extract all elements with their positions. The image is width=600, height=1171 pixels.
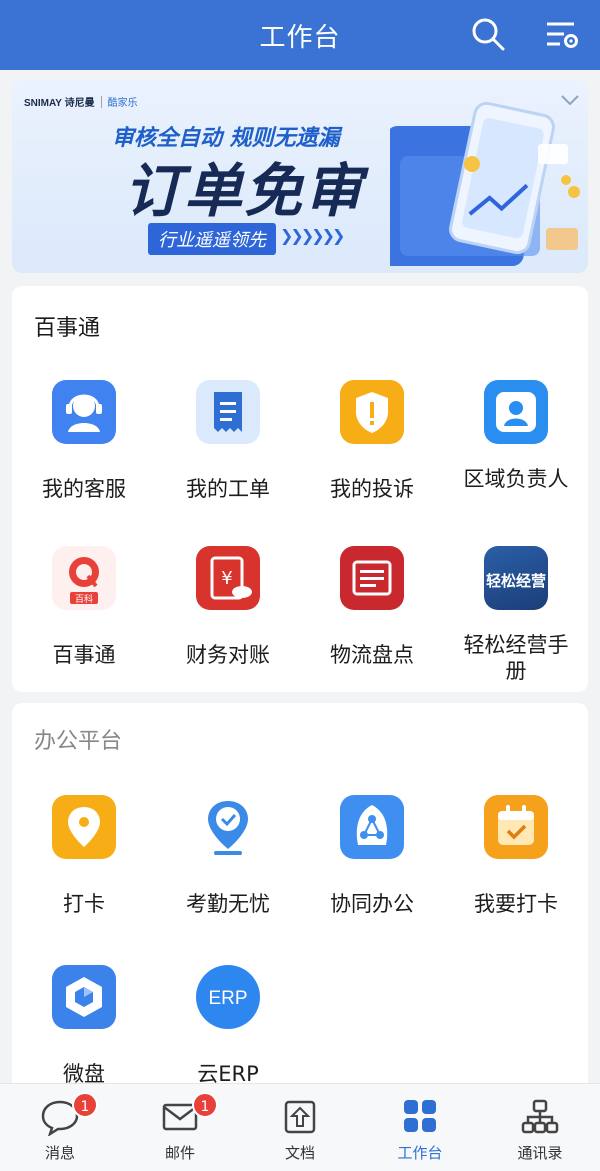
icon-text: ¥ [221,568,232,589]
nav-item-workbench[interactable]: 工作台 [360,1084,480,1171]
grid-item-attendance[interactable]: 考勤无忧 [156,795,300,917]
grid-item-label: 我要打卡 [474,892,558,916]
attendance-pin-icon [196,795,260,859]
grid-item-checkin[interactable]: 打卡 [12,795,156,917]
page-title: 工作台 [259,22,341,53]
nav-item-mail[interactable]: 1 邮件 [120,1084,240,1171]
nav-label: 工作台 [397,1144,443,1162]
business-manual-icon: 轻松经营 [484,546,548,610]
top-bar: 工作台 [0,0,600,70]
icon-caption: 百科 [75,593,93,605]
partner-logo: 酷家乐 [107,98,138,109]
document-icon [284,1100,316,1134]
baishitong-card: 百事通 我的客服 我的工单 我的投诉 区域负责人 百科 百事通 ¥ 财务对账 物… [12,286,588,692]
bottom-nav: 1 消息 1 邮件 文档 工作台 通讯录 [0,1083,600,1171]
grid-item-area-manager[interactable]: 区域负责人 [444,380,588,492]
nav-label: 消息 [44,1144,75,1162]
grid-item-collab[interactable]: 协同办公 [300,795,444,917]
banner-subheadline: 审核全自动 规则无遗漏 [112,126,340,151]
nav-label: 通讯录 [517,1144,563,1162]
grid-item-cloud-drive[interactable]: 微盘 [12,965,156,1087]
area-manager-icon [484,380,548,444]
grid-item-complaint[interactable]: 我的投诉 [300,380,444,502]
finance-reconcile-icon: ¥ [196,546,260,610]
grid-item-my-service[interactable]: 我的客服 [12,380,156,502]
grid-item-label: 我的客服 [42,477,126,501]
nav-label: 文档 [284,1144,315,1162]
grid-item-manual[interactable]: 轻松经营 轻松经营手册 [444,546,588,684]
section-title-office: 办公平台 [34,729,123,754]
banner-slogan: 行业遥遥领先 [148,223,276,255]
grid-item-label: 协同办公 [330,892,414,916]
banner-headline: 订单免审 [124,157,365,225]
nav-label: 邮件 [164,1144,195,1162]
grid-item-label: 财务对账 [186,643,270,667]
grid-item-clock-in[interactable]: 我要打卡 [444,795,588,917]
office-platform-card: 办公平台 打卡 考勤无忧 协同办公 我要打卡 微盘 ERP 云ERP [12,703,588,1103]
grid-item-work-order[interactable]: 我的工单 [156,380,300,502]
banner-brand: SNIMAY 诗尼曼 酷家乐 [24,94,138,109]
nav-item-contacts[interactable]: 通讯录 [480,1084,600,1171]
grid-item-label: 轻松经营手册 [463,633,569,683]
erp-cloud-icon: ERP [196,965,260,1029]
calendar-check-icon [484,795,548,859]
icon-text: 轻松经营 [486,572,546,590]
section-title-baishitong: 百事通 [34,316,101,341]
grid-item-label: 区域负责人 [463,467,569,491]
search-icon[interactable] [470,16,506,52]
unread-badge: 1 [72,1092,98,1118]
location-pin-icon [52,795,116,859]
grid-item-label: 我的工单 [186,477,270,501]
grid-item-label: 打卡 [63,892,105,916]
chevron-down-icon[interactable] [560,94,580,106]
cloud-drive-icon [52,965,116,1029]
grid-item-label: 我的投诉 [330,477,414,501]
brand-logo: SNIMAY 诗尼曼 [24,98,95,109]
contacts-org-icon [521,1099,559,1134]
banner-arrows: ❯❯❯❯❯❯ [280,226,345,245]
grid-item-label: 百事通 [52,643,116,667]
nav-item-docs[interactable]: 文档 [240,1084,360,1171]
icon-text: ERP [208,988,247,1009]
baishitong-q-icon: 百科 [52,546,116,610]
grid-item-logistics[interactable]: 物流盘点 [300,546,444,668]
grid-item-label: 考勤无忧 [186,892,270,916]
brand-divider [100,95,102,108]
complaint-shield-icon [340,380,404,444]
phone-chart-illustration [390,101,580,266]
customer-service-icon [52,380,116,444]
grid-item-erp[interactable]: ERP 云ERP [156,965,300,1087]
nav-item-messages[interactable]: 1 消息 [0,1084,120,1171]
unread-badge: 1 [192,1092,218,1118]
collaboration-icon [340,795,404,859]
work-order-icon [196,380,260,444]
grid-item-baishitong[interactable]: 百科 百事通 [12,546,156,668]
logistics-inventory-icon [340,546,404,610]
workbench-grid-icon [404,1100,436,1132]
settings-list-icon[interactable] [544,18,580,52]
promo-banner[interactable]: SNIMAY 诗尼曼 酷家乐 审核全自动 规则无遗漏 订单免审 行业遥遥领先 ❯… [12,80,588,273]
grid-item-label: 物流盘点 [330,643,414,667]
grid-item-finance[interactable]: ¥ 财务对账 [156,546,300,668]
